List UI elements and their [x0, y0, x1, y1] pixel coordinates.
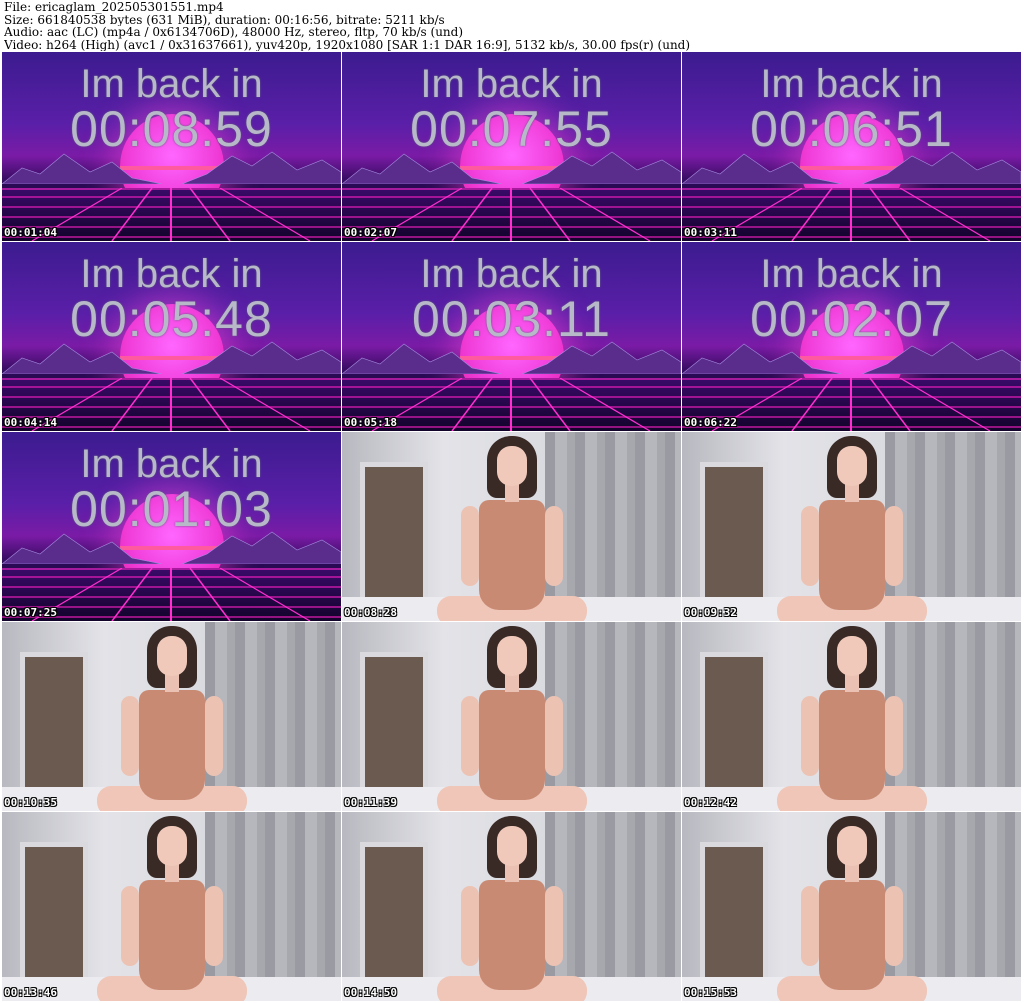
person-figure	[437, 436, 587, 621]
person-figure	[97, 626, 247, 811]
thumbnail-photo: 00:10:35	[2, 622, 341, 811]
thumbnail-countdown: Im back in 00:03:11 00:05:18	[342, 242, 681, 431]
frame-timestamp: 00:05:18	[344, 416, 397, 429]
thumbnail-photo: 00:13:46	[2, 812, 341, 1001]
thumbnail-photo: 00:14:50	[342, 812, 681, 1001]
video-info-line: Video: h264 (High) (avc1 / 0x31637661), …	[4, 38, 691, 52]
audio-info-line: Audio: aac (LC) (mp4a / 0x6134706D), 480…	[4, 26, 464, 39]
thumbnail-photo: 00:09:32	[682, 432, 1021, 621]
countdown-timer: 00:07:55	[410, 101, 613, 157]
thumbnail-countdown: Im back in 00:05:48 00:04:14	[2, 242, 341, 431]
frame-timestamp: 00:11:39	[344, 796, 397, 809]
frame-timestamp: 00:13:46	[4, 986, 57, 999]
frame-timestamp: 00:09:32	[684, 606, 737, 619]
frame-timestamp: 00:15:53	[684, 986, 737, 999]
countdown-timer: 00:05:48	[70, 291, 273, 347]
thumbnail-photo: 00:15:53	[682, 812, 1021, 1001]
person-figure	[777, 436, 927, 621]
countdown-timer: 00:08:59	[70, 101, 273, 157]
thumbnail-photo: 00:11:39	[342, 622, 681, 811]
thumbnail-photo: 00:12:42	[682, 622, 1021, 811]
thumbnail-countdown: Im back in 00:08:59 00:01:04	[2, 52, 341, 241]
frame-timestamp: 00:07:25	[4, 606, 57, 619]
thumbnail-photo: 00:08:28	[342, 432, 681, 621]
frame-timestamp: 00:04:14	[4, 416, 57, 429]
frame-timestamp: 00:06:22	[684, 416, 737, 429]
frame-timestamp: 00:10:35	[4, 796, 57, 809]
file-info-header: File: ericaglam_202505301551.mp4 Size: 6…	[4, 1, 1020, 51]
countdown-timer: 00:01:03	[70, 481, 273, 537]
frame-timestamp: 00:14:50	[344, 986, 397, 999]
thumbnail-grid: Im back in 00:08:59 00:01:04 Im back in …	[2, 52, 1022, 1003]
frame-timestamp: 00:02:07	[344, 226, 397, 239]
thumbnail-countdown: Im back in 00:07:55 00:02:07	[342, 52, 681, 241]
person-figure	[777, 626, 927, 811]
frame-timestamp: 00:03:11	[684, 226, 737, 239]
frame-timestamp: 00:08:28	[344, 606, 397, 619]
person-figure	[777, 816, 927, 1001]
thumbnail-countdown: Im back in 00:06:51 00:03:11	[682, 52, 1021, 241]
countdown-timer: 00:03:11	[412, 291, 611, 347]
person-figure	[437, 626, 587, 811]
countdown-timer: 00:06:51	[750, 101, 953, 157]
countdown-timer: 00:02:07	[750, 291, 953, 347]
file-size-line: Size: 661840538 bytes (631 MiB), duratio…	[4, 13, 445, 27]
thumbnail-countdown: Im back in 00:02:07 00:06:22	[682, 242, 1021, 431]
frame-timestamp: 00:12:42	[684, 796, 737, 809]
frame-timestamp: 00:01:04	[4, 226, 57, 239]
person-figure	[437, 816, 587, 1001]
person-figure	[97, 816, 247, 1001]
file-name-line: File: ericaglam_202505301551.mp4	[4, 1, 224, 14]
thumbnail-countdown: Im back in 00:01:03 00:07:25	[2, 432, 341, 621]
